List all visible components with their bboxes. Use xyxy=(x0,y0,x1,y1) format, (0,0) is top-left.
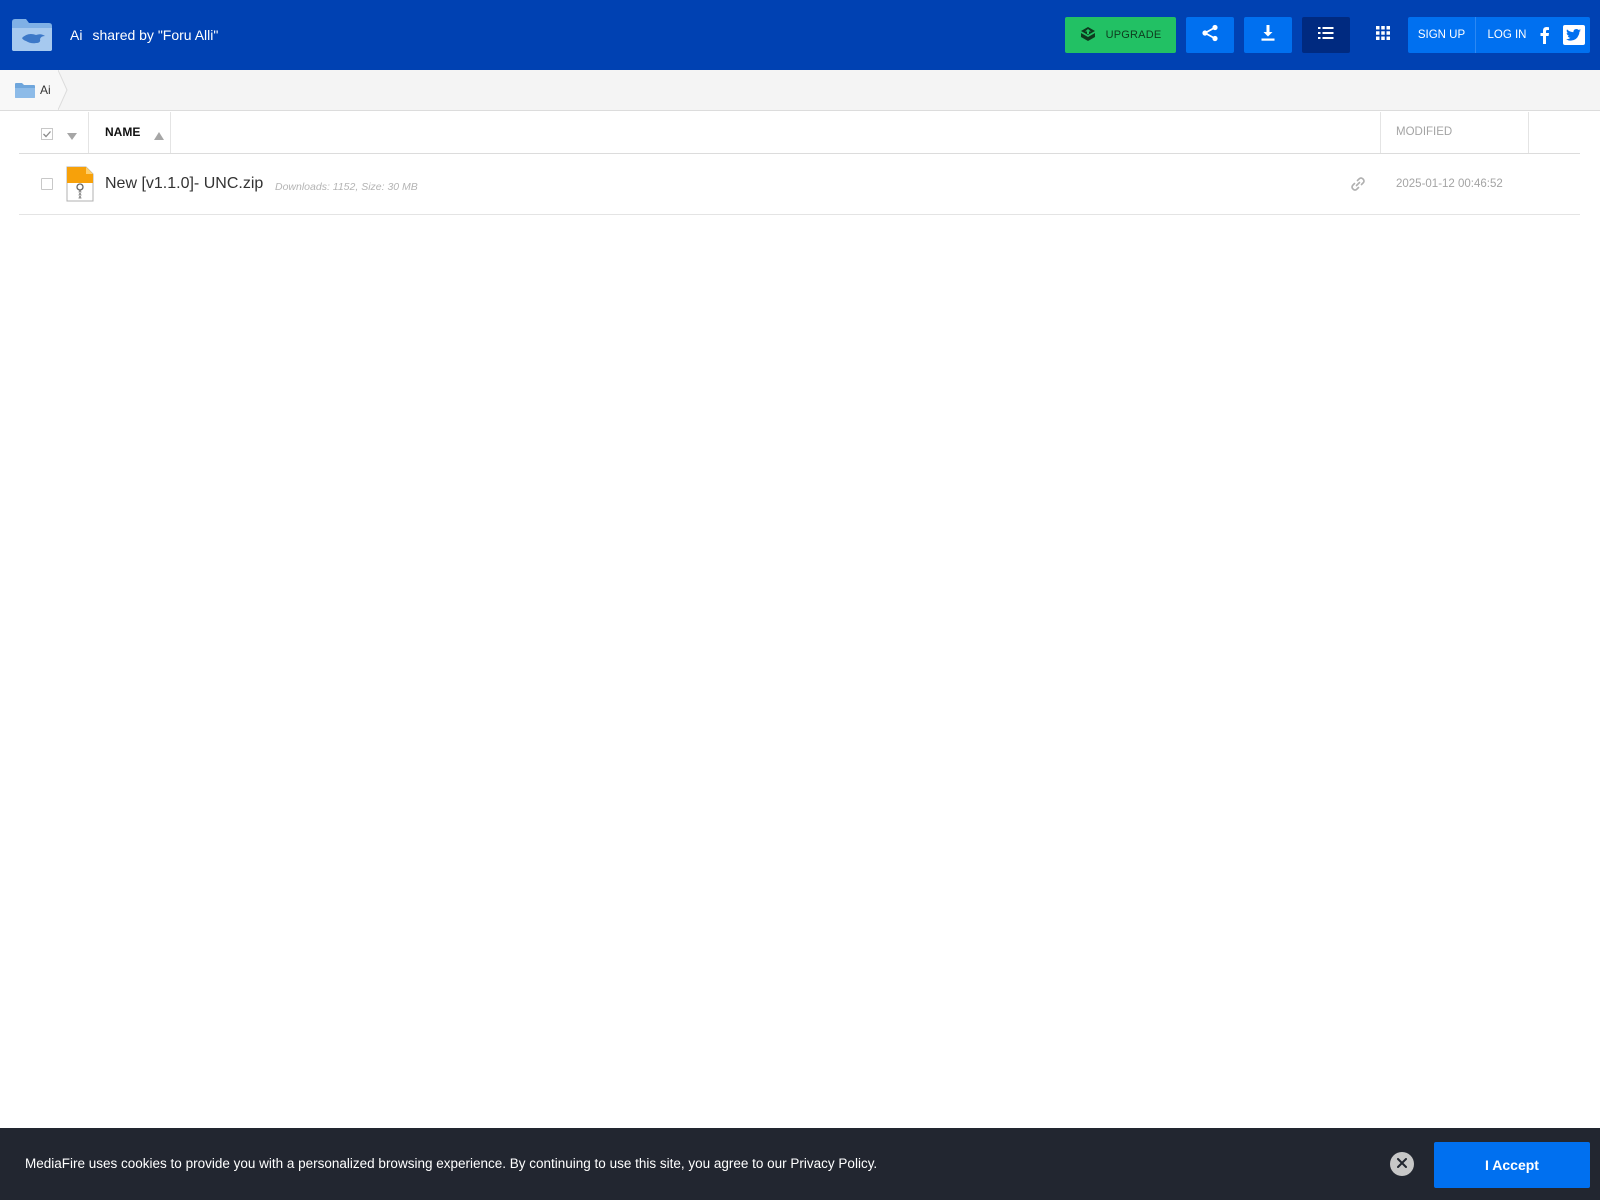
breadcrumb-item[interactable]: Ai xyxy=(0,70,60,110)
download-icon xyxy=(1260,24,1276,47)
list-view-icon xyxy=(1318,26,1334,45)
mediafire-logo-icon[interactable] xyxy=(10,16,54,52)
link-icon[interactable] xyxy=(1350,176,1366,192)
signup-button[interactable]: SIGN UP xyxy=(1408,17,1476,53)
facebook-icon[interactable] xyxy=(1536,26,1554,44)
select-menu-caret-icon[interactable] xyxy=(67,128,77,140)
column-divider xyxy=(1528,112,1529,153)
breadcrumb: Ai xyxy=(0,70,1600,111)
download-button[interactable] xyxy=(1244,17,1292,53)
shared-by-text: shared by "Foru Alli" xyxy=(92,27,219,43)
login-button[interactable]: LOG IN xyxy=(1476,17,1538,53)
zip-file-icon[interactable] xyxy=(66,166,94,202)
upgrade-label: UPGRADE xyxy=(1105,29,1162,41)
column-header-modified[interactable]: MODIFIED xyxy=(1396,126,1452,138)
file-table-header: NAME MODIFIED xyxy=(19,112,1580,154)
folder-icon xyxy=(15,82,35,98)
sort-ascending-icon[interactable] xyxy=(154,127,164,140)
share-icon xyxy=(1201,24,1219,47)
folder-title: Ai shared by "Foru Alli" xyxy=(70,26,218,44)
file-modified-date: 2025-01-12 00:46:52 xyxy=(1396,178,1503,190)
top-bar: Ai shared by "Foru Alli" UPGRADE SIGN UP… xyxy=(0,0,1600,70)
column-divider xyxy=(170,112,171,153)
close-cookie-button[interactable] xyxy=(1390,1152,1414,1176)
column-divider xyxy=(88,112,89,153)
close-icon xyxy=(1397,1155,1407,1173)
breadcrumb-separator xyxy=(58,70,68,110)
share-button[interactable] xyxy=(1186,17,1234,53)
column-header-name[interactable]: NAME xyxy=(105,125,140,139)
grid-view-icon xyxy=(1376,25,1390,45)
upgrade-button[interactable]: UPGRADE xyxy=(1065,17,1176,53)
file-meta: Downloads: 1152, Size: 30 MB xyxy=(275,181,418,193)
auth-group: SIGN UP LOG IN xyxy=(1408,17,1590,53)
file-name-link[interactable]: New [v1.1.0]- UNC.zip xyxy=(105,175,263,193)
twitter-icon[interactable] xyxy=(1563,25,1585,45)
upgrade-icon xyxy=(1080,26,1096,45)
column-divider xyxy=(1380,112,1381,153)
list-view-button[interactable] xyxy=(1302,17,1350,53)
row-checkbox[interactable] xyxy=(41,178,53,190)
select-all-checkbox[interactable] xyxy=(41,127,53,140)
folder-name: Ai xyxy=(70,27,83,43)
breadcrumb-label: Ai xyxy=(40,83,51,97)
cookie-banner: MediaFire uses cookies to provide you wi… xyxy=(0,1128,1600,1200)
table-row[interactable]: New [v1.1.0]- UNC.zip Downloads: 1152, S… xyxy=(19,154,1580,215)
accept-cookies-button[interactable]: I Accept xyxy=(1434,1142,1590,1188)
cookie-message: MediaFire uses cookies to provide you wi… xyxy=(25,1156,878,1171)
grid-view-button[interactable] xyxy=(1359,17,1407,53)
